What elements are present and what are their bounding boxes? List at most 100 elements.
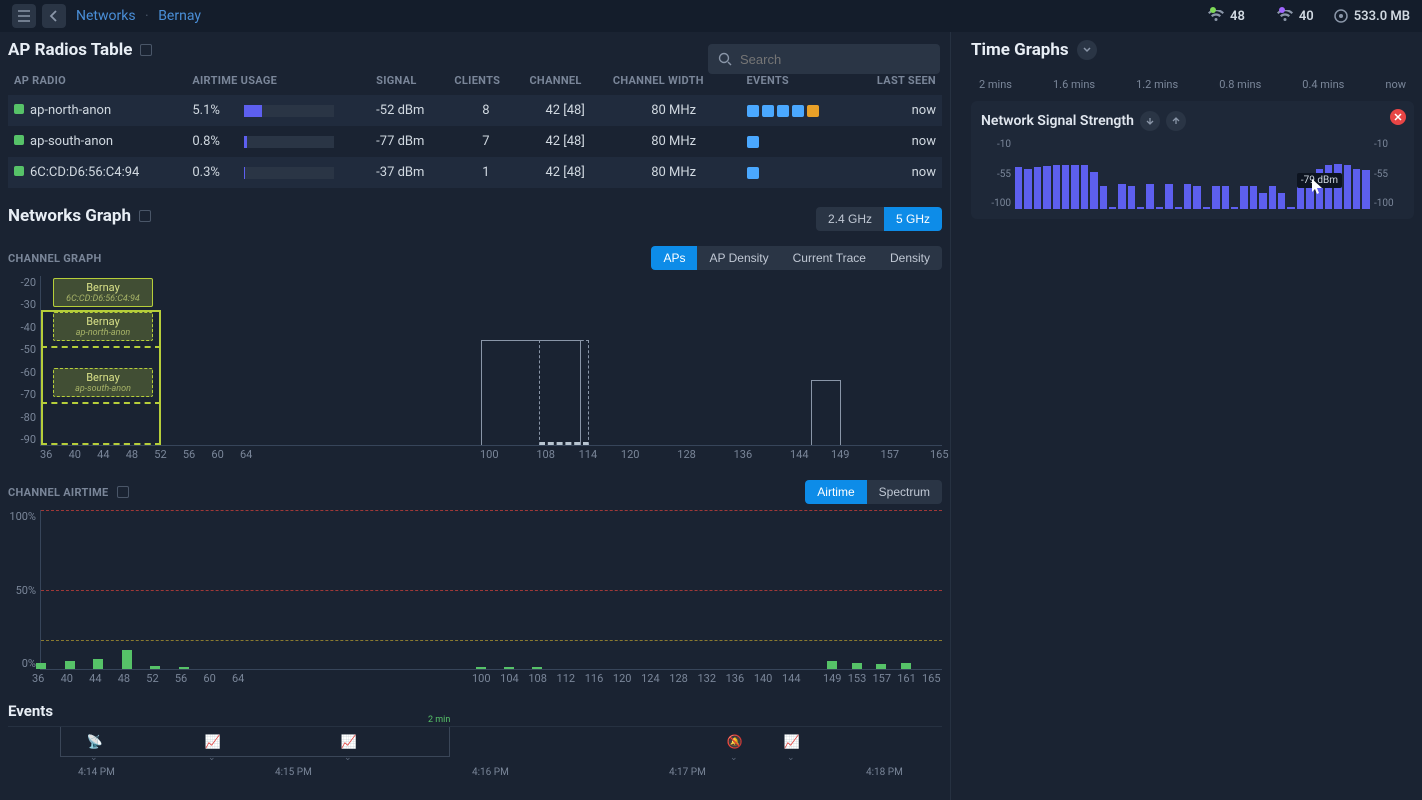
signal-bar <box>1034 167 1041 209</box>
event-marker[interactable]: 📡 <box>86 733 104 751</box>
signal-bar <box>1090 172 1097 209</box>
sort-down-button[interactable] <box>1140 111 1160 131</box>
ap-radios-title-text: AP Radios Table <box>8 40 132 60</box>
signal-bar <box>1137 207 1144 209</box>
tab-current-trace[interactable]: Current Trace <box>781 246 878 270</box>
table-row[interactable]: 6C:CD:D6:56:C4:94 0.3% -37 dBm 1 42 [48]… <box>8 157 942 188</box>
wifi-24ghz-count: 40 <box>1299 9 1314 24</box>
airtime-bar <box>876 664 886 669</box>
event-time-label: 4:18 PM <box>866 767 903 778</box>
lastseen-value: now <box>850 95 942 126</box>
x-tick: 157 <box>872 672 891 685</box>
clients-value: 1 <box>448 157 523 188</box>
table-row[interactable]: ap-north-anon 5.1% -52 dBm 8 42 [48] 80 … <box>8 95 942 126</box>
channel-graph-chart[interactable]: -20-30-40-50-60-70-80-90 Bernay 6C:CD:D6… <box>8 276 942 466</box>
airtime-bar <box>36 663 46 669</box>
copy-icon[interactable] <box>140 44 152 56</box>
event-marker[interactable]: 📈 <box>340 733 358 751</box>
event-marker[interactable]: 🔕 <box>726 733 744 751</box>
y-tick: 100% <box>8 510 36 523</box>
copy-icon[interactable] <box>117 486 129 498</box>
tab-ap-density[interactable]: AP Density <box>697 246 780 270</box>
x-tick: 144 <box>790 448 809 461</box>
table-row[interactable]: ap-south-anon 0.8% -77 dBm 7 42 [48] 80 … <box>8 126 942 157</box>
time-tick: 0.4 mins <box>1302 78 1344 91</box>
signal-bar <box>1165 184 1172 209</box>
x-tick: 165 <box>930 448 949 461</box>
search-input[interactable] <box>740 52 930 67</box>
ap-name: ap-north-anon <box>30 103 111 118</box>
channel-airtime-label: CHANNEL AIRTIME <box>8 486 109 499</box>
channel-value: 42 [48] <box>523 95 606 126</box>
y-tick: -55 <box>1374 169 1404 180</box>
x-tick: 40 <box>61 672 73 685</box>
close-panel-button[interactable] <box>1390 109 1406 125</box>
breadcrumb: Networks · Bernay <box>76 8 201 24</box>
col-radio[interactable]: AP RADIO <box>8 66 186 95</box>
events-timeline[interactable]: 2 min 📡⌄📈⌄📈⌄🔕⌄📈⌄🔕⌄4:14 PM4:15 PM4:16 PM4… <box>8 726 942 780</box>
channel-airtime-chart[interactable]: 100%50%0% 364044485256606410010410811211… <box>8 510 942 690</box>
tab-density[interactable]: Density <box>878 246 942 270</box>
col-channel[interactable]: CHANNEL <box>523 66 606 95</box>
event-marker[interactable]: 📈 <box>204 733 222 751</box>
x-tick: 144 <box>782 672 801 685</box>
x-tick: 56 <box>175 672 187 685</box>
signal-bar <box>1184 184 1191 209</box>
signal-bar <box>1287 207 1294 209</box>
menu-button[interactable] <box>12 4 36 28</box>
event-icon <box>777 105 789 117</box>
usage-pct: 0.8% <box>186 126 237 157</box>
stat-wifi-24ghz[interactable]: 40 <box>1265 9 1314 24</box>
ap-status-icon <box>14 135 24 145</box>
col-airtime[interactable]: AIRTIME USAGE <box>186 66 370 95</box>
width-value: 80 MHz <box>607 126 741 157</box>
band-5ghz-button[interactable]: 5 GHz <box>884 207 942 231</box>
usage-bar <box>244 105 334 117</box>
tab-spectrum[interactable]: Spectrum <box>867 480 942 504</box>
usage-bar <box>244 136 334 148</box>
breadcrumb-root[interactable]: Networks <box>76 8 136 24</box>
network-label-box[interactable]: Bernay 6C:CD:D6:56:C4:94 <box>53 278 153 307</box>
x-tick: 128 <box>677 448 696 461</box>
sort-up-button[interactable] <box>1166 111 1186 131</box>
channel-graph-label: CHANNEL GRAPH <box>8 252 102 265</box>
breadcrumb-current[interactable]: Bernay <box>158 8 201 24</box>
channel-graph-tabs: APs AP Density Current Trace Density <box>651 246 942 270</box>
storage-value: 533.0 MB <box>1354 9 1410 24</box>
tab-airtime[interactable]: Airtime <box>805 480 866 504</box>
signal-bar <box>1203 207 1210 209</box>
col-signal[interactable]: SIGNAL <box>370 66 448 95</box>
tab-aps[interactable]: APs <box>651 246 697 270</box>
signal-bar <box>1175 207 1182 209</box>
search-box[interactable] <box>708 44 940 74</box>
x-tick: 100 <box>472 672 491 685</box>
x-tick: 149 <box>831 448 850 461</box>
time-graphs-title: Time Graphs <box>971 40 1069 60</box>
y-tick: -100 <box>981 198 1011 209</box>
event-bracket <box>60 727 450 757</box>
x-tick: 120 <box>613 672 632 685</box>
x-tick: 108 <box>536 448 555 461</box>
chevron-left-icon <box>49 10 59 22</box>
x-tick: 44 <box>97 448 109 461</box>
airtime-bar <box>179 667 189 669</box>
channel-value: 42 [48] <box>523 157 606 188</box>
channel-shape <box>811 380 841 445</box>
signal-strength-chart[interactable]: -10-55-100 -10-55-100 -79 dBm <box>981 139 1404 209</box>
threshold-line-50 <box>41 590 942 591</box>
col-clients[interactable]: CLIENTS <box>448 66 523 95</box>
copy-icon[interactable] <box>139 210 151 222</box>
event-marker[interactable]: 📈 <box>783 733 801 751</box>
stat-storage[interactable]: 533.0 MB <box>1334 9 1410 24</box>
back-button[interactable] <box>42 4 66 28</box>
event-icon <box>747 105 759 117</box>
expand-button[interactable] <box>1077 40 1097 60</box>
airtime-bar <box>65 661 75 669</box>
event-time-label: 4:17 PM <box>669 767 706 778</box>
status-dot-green <box>1210 7 1216 13</box>
stat-wifi-5ghz[interactable]: 48 <box>1196 9 1245 24</box>
signal-bar <box>1062 165 1069 209</box>
band-24ghz-button[interactable]: 2.4 GHz <box>816 207 884 231</box>
x-tick: 153 <box>848 672 867 685</box>
signal-bar <box>1109 207 1116 209</box>
